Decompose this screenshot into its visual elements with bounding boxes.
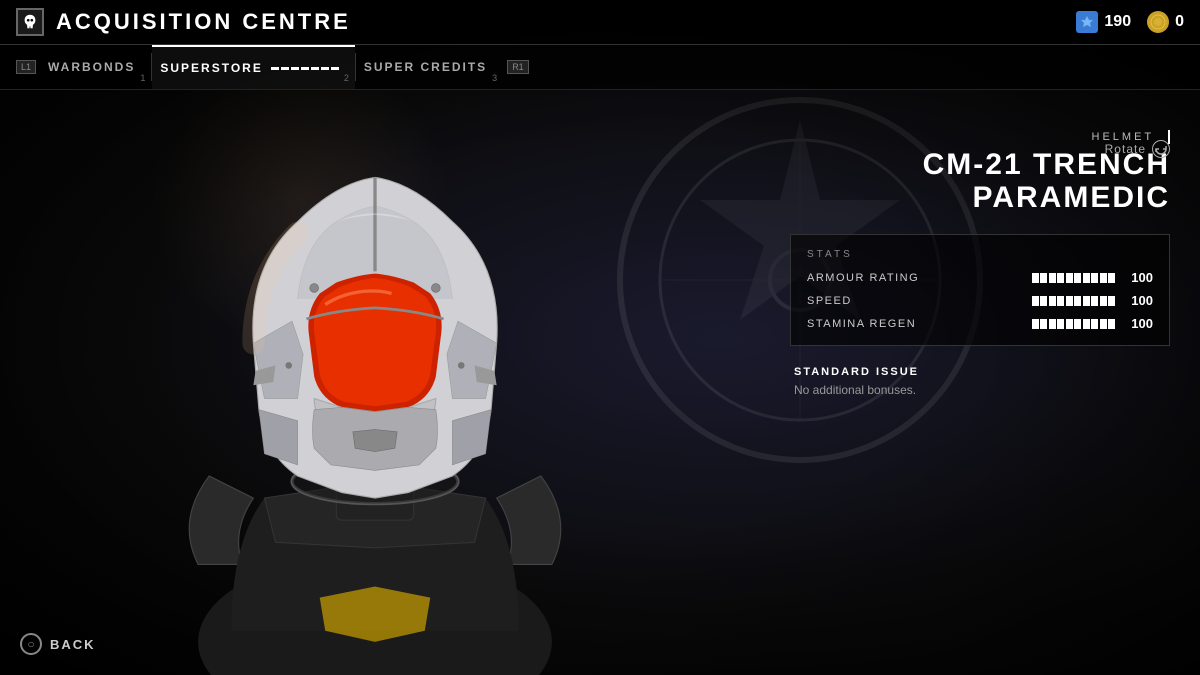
super-credits-num: 3 [492, 73, 497, 83]
seg [1108, 319, 1115, 329]
warbonds-num: 1 [140, 73, 145, 83]
seg [1100, 273, 1107, 283]
stat-speed-name: SPEED [807, 295, 927, 307]
gold-value: 0 [1175, 13, 1184, 31]
seg [1083, 319, 1090, 329]
stat-speed-value: 100 [1123, 293, 1153, 308]
stat-stamina-name: STAMINA REGEN [807, 318, 927, 330]
stat-stamina-value: 100 [1123, 316, 1153, 331]
stat-speed-bar [1032, 296, 1116, 306]
back-icon: ○ [20, 633, 42, 655]
character-display [0, 100, 750, 675]
sc-value: 190 [1104, 13, 1131, 31]
l1-button-label[interactable]: L1 [16, 60, 36, 74]
seg [1100, 296, 1107, 306]
helmet-svg [0, 100, 750, 675]
sc-icon [1076, 11, 1098, 33]
stat-stamina-bar [1032, 319, 1116, 329]
super-credits-label: SUPER CREDITS [364, 60, 487, 74]
gold-icon [1147, 11, 1169, 33]
stat-row-speed: SPEED 100 [807, 293, 1153, 308]
passive-section: STANDARD ISSUE No additional bonuses. [790, 366, 1170, 399]
rotate-label: Rotate [1105, 142, 1146, 156]
warbonds-label: WARBONDS [48, 60, 135, 74]
passive-title: STANDARD ISSUE [794, 366, 1166, 378]
superstore-underline [271, 67, 339, 70]
seg [1066, 319, 1073, 329]
stat-armour-value: 100 [1123, 270, 1153, 285]
skull-icon [16, 8, 44, 36]
seg [1091, 319, 1098, 329]
seg [1066, 296, 1073, 306]
seg [1057, 273, 1064, 283]
rotate-hint: Rotate [1105, 140, 1170, 158]
seg [1083, 296, 1090, 306]
gold-currency: 0 [1147, 11, 1184, 33]
tab-super-credits[interactable]: SUPER CREDITS 3 [356, 45, 503, 89]
seg [1049, 319, 1056, 329]
super-credits-currency: 190 [1076, 11, 1131, 33]
seg [1091, 296, 1098, 306]
seg [1032, 319, 1039, 329]
seg [1057, 296, 1064, 306]
stat-stamina-bar-container: 100 [1032, 316, 1154, 331]
seg [1040, 273, 1047, 283]
seg [1108, 296, 1115, 306]
nav-tabs: L1 WARBONDS 1 SUPERSTORE 2 SUPER CREDITS… [0, 45, 1200, 90]
seg [1049, 296, 1056, 306]
seg [1074, 296, 1081, 306]
header: ACQUISITION CENTRE 190 0 [0, 0, 1200, 45]
r1-button-label[interactable]: R1 [507, 60, 529, 74]
currency-display: 190 0 [1076, 11, 1184, 33]
seg [1040, 319, 1047, 329]
tab-warbonds[interactable]: WARBONDS 1 [40, 45, 151, 89]
seg [1040, 296, 1047, 306]
seg [1100, 319, 1107, 329]
stat-armour-name: ARMOUR RATING [807, 272, 927, 284]
stat-row-stamina: STAMINA REGEN 100 [807, 316, 1153, 331]
header-title: ACQUISITION CENTRE [56, 9, 351, 35]
seg [1074, 319, 1081, 329]
back-button[interactable]: ○ BACK [20, 633, 96, 655]
seg [1057, 319, 1064, 329]
back-label: BACK [50, 637, 96, 652]
stat-speed-bar-container: 100 [1032, 293, 1154, 308]
superstore-label: SUPERSTORE [160, 61, 262, 75]
item-info-panel: HELMET CM-21 TRENCH PARAMEDIC STATS ARMO… [790, 130, 1170, 399]
passive-desc: No additional bonuses. [794, 382, 1166, 399]
stat-armour-bar-container: 100 [1032, 270, 1154, 285]
seg [1049, 273, 1056, 283]
tab-superstore[interactable]: SUPERSTORE 2 [152, 45, 354, 89]
stat-armour-bar [1032, 273, 1116, 283]
stats-title: STATS [807, 249, 1153, 260]
rotate-icon [1152, 140, 1170, 158]
seg [1066, 273, 1073, 283]
seg [1032, 273, 1039, 283]
seg [1083, 273, 1090, 283]
seg [1108, 273, 1115, 283]
seg [1091, 273, 1098, 283]
seg [1074, 273, 1081, 283]
stat-row-armour: ARMOUR RATING 100 [807, 270, 1153, 285]
seg [1032, 296, 1039, 306]
stats-box: STATS ARMOUR RATING 100 [790, 234, 1170, 346]
superstore-num: 2 [344, 73, 349, 83]
